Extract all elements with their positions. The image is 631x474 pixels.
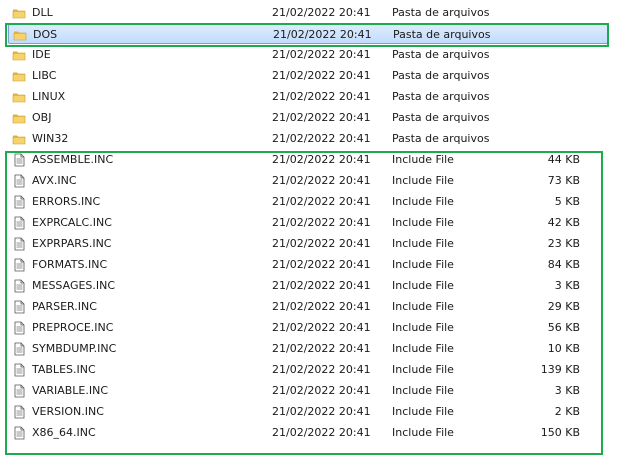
file-type: Pasta de arquivos xyxy=(392,132,490,145)
file-type: Pasta de arquivos xyxy=(392,69,490,82)
highlight-box-selected-folder xyxy=(5,23,609,47)
date-modified: 21/02/2022 20:41 xyxy=(272,111,371,124)
folder-row[interactable]: IDE 21/02/2022 20:41 Pasta de arquivos xyxy=(8,45,608,65)
folder-row[interactable]: LIBC 21/02/2022 20:41 Pasta de arquivos xyxy=(8,66,608,86)
folder-icon xyxy=(12,48,26,62)
folder-row[interactable]: DLL 21/02/2022 20:41 Pasta de arquivos xyxy=(8,3,608,23)
file-name: LIBC xyxy=(32,69,57,82)
folder-icon xyxy=(12,6,26,20)
date-modified: 21/02/2022 20:41 xyxy=(272,132,371,145)
file-name: OBJ xyxy=(32,111,52,124)
date-modified: 21/02/2022 20:41 xyxy=(272,6,371,19)
date-modified: 21/02/2022 20:41 xyxy=(272,48,371,61)
folder-row[interactable]: OBJ 21/02/2022 20:41 Pasta de arquivos xyxy=(8,108,608,128)
folder-icon xyxy=(12,69,26,83)
folder-row[interactable]: WIN32 21/02/2022 20:41 Pasta de arquivos xyxy=(8,129,608,149)
file-name: WIN32 xyxy=(32,132,69,145)
date-modified: 21/02/2022 20:41 xyxy=(272,90,371,103)
file-type: Pasta de arquivos xyxy=(392,6,490,19)
file-type: Pasta de arquivos xyxy=(392,111,490,124)
folder-icon xyxy=(12,111,26,125)
file-name: DLL xyxy=(32,6,53,19)
folder-row[interactable]: LINUX 21/02/2022 20:41 Pasta de arquivos xyxy=(8,87,608,107)
date-modified: 21/02/2022 20:41 xyxy=(272,69,371,82)
folder-icon xyxy=(12,132,26,146)
file-type: Pasta de arquivos xyxy=(392,48,490,61)
folder-icon xyxy=(12,90,26,104)
file-name: LINUX xyxy=(32,90,66,103)
file-name: IDE xyxy=(32,48,51,61)
file-type: Pasta de arquivos xyxy=(392,90,490,103)
highlight-box-include-files xyxy=(5,151,603,455)
